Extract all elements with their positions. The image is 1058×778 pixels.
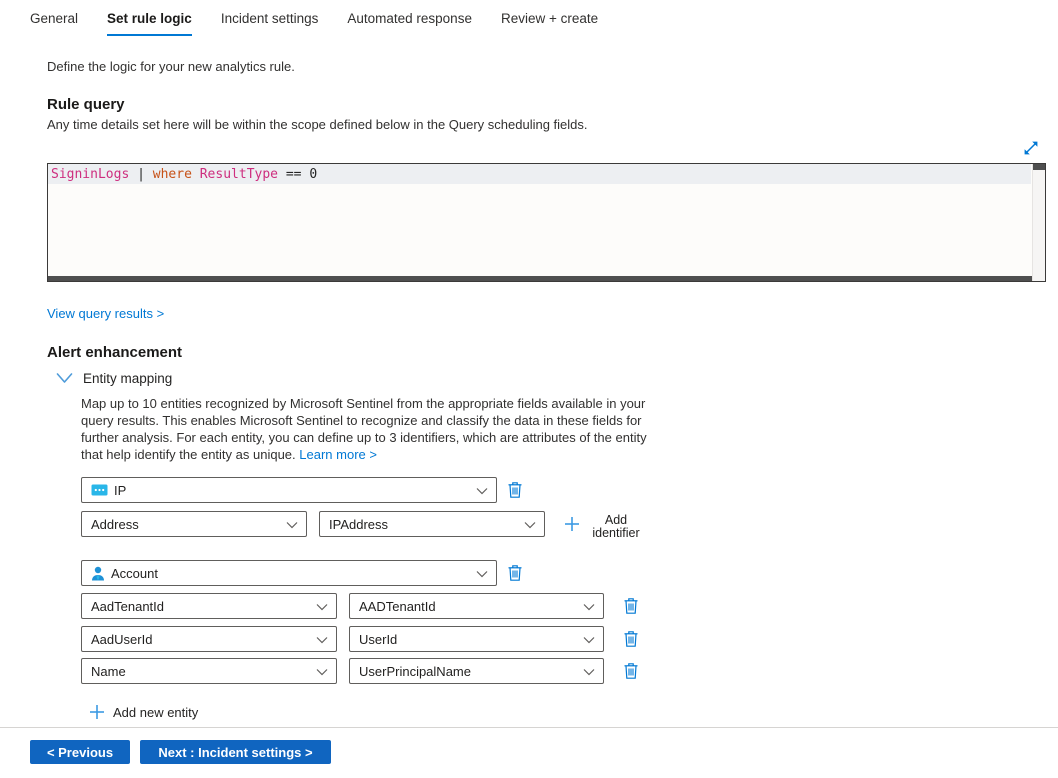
previous-button[interactable]: < Previous (30, 740, 130, 764)
entity-mapping-label: Entity mapping (83, 371, 172, 386)
alert-enhancement-title: Alert enhancement (47, 344, 182, 361)
code-token: 0 (309, 167, 317, 182)
trash-icon (507, 564, 523, 582)
chevron-down-icon (476, 487, 488, 495)
view-query-results-link[interactable]: View query results > (47, 306, 164, 321)
delete-entity-ip-button[interactable] (506, 481, 524, 500)
query-code-editor[interactable]: SigninLogs | where ResultType == 0 (47, 163, 1046, 282)
identifier-field-dropdown-account-3[interactable]: Name (81, 658, 337, 684)
code-token (192, 167, 200, 182)
identifier-value-value: IPAddress (329, 517, 388, 532)
chevron-down-icon (583, 668, 595, 676)
expand-editor-icon[interactable] (1022, 139, 1040, 157)
code-token: SigninLogs (51, 167, 129, 182)
identifier-value-dropdown-account-2[interactable]: UserId (349, 626, 604, 652)
delete-identifier-account-1-button[interactable] (622, 597, 640, 616)
identifier-value-dropdown-ip-1[interactable]: IPAddress (319, 511, 545, 537)
tab-set-rule-logic[interactable]: Set rule logic (107, 11, 192, 36)
identifier-field-value: Address (91, 517, 139, 532)
code-token: | (129, 167, 152, 182)
entity-mapping-description: Map up to 10 entities recognized by Micr… (81, 395, 653, 463)
code-token: ResultType (200, 167, 278, 182)
rule-query-subtitle: Any time details set here will be within… (47, 117, 588, 132)
code-line: SigninLogs | where ResultType == 0 (48, 164, 1031, 184)
chevron-down-icon (316, 636, 328, 644)
entity-mapping-header[interactable]: Entity mapping (56, 371, 172, 386)
code-token: == (278, 167, 309, 182)
plus-icon (89, 704, 105, 720)
delete-identifier-account-3-button[interactable] (622, 662, 640, 681)
identifier-value-value: UserId (359, 632, 397, 647)
next-incident-settings-button[interactable]: Next : Incident settings > (140, 740, 331, 764)
identifier-field-dropdown-account-1[interactable]: AadTenantId (81, 593, 337, 619)
identifier-value-dropdown-account-3[interactable]: UserPrincipalName (349, 658, 604, 684)
add-identifier-label[interactable]: Add identifier (589, 514, 643, 540)
set-rule-logic-page: General Set rule logic Incident settings… (0, 0, 1058, 778)
entity-type-value: IP (114, 483, 126, 498)
chevron-down-icon[interactable] (56, 372, 73, 385)
identifier-value-dropdown-account-1[interactable]: AADTenantId (349, 593, 604, 619)
diagonal-expand-arrows-icon (1022, 139, 1040, 157)
chevron-down-icon (583, 636, 595, 644)
plus-icon (564, 516, 580, 532)
identifier-value-value: AADTenantId (359, 599, 436, 614)
tab-review-create[interactable]: Review + create (501, 11, 598, 36)
identifier-field-dropdown-account-2[interactable]: AadUserId (81, 626, 337, 652)
identifier-field-value: AadTenantId (91, 599, 164, 614)
learn-more-link[interactable]: Learn more > (299, 447, 377, 462)
chevron-down-icon (316, 668, 328, 676)
tab-incident-settings[interactable]: Incident settings (221, 11, 319, 36)
ip-entity-icon (91, 484, 108, 496)
chevron-down-icon (286, 521, 298, 529)
trash-icon (623, 597, 639, 615)
entity-type-value: Account (111, 566, 158, 581)
trash-icon (623, 630, 639, 648)
identifier-field-dropdown-ip-1[interactable]: Address (81, 511, 307, 537)
vertical-scrollbar-thumb[interactable] (1033, 164, 1045, 170)
tab-automated-response[interactable]: Automated response (347, 11, 472, 36)
editor-horizontal-scrollbar[interactable] (48, 276, 1032, 281)
entity-type-dropdown-ip[interactable]: IP (81, 477, 497, 503)
tab-general[interactable]: General (30, 11, 78, 36)
rule-query-title: Rule query (47, 96, 125, 113)
code-token: where (153, 167, 192, 182)
add-new-entity-button[interactable] (89, 704, 105, 720)
editor-vertical-scrollbar[interactable] (1032, 164, 1045, 281)
delete-entity-account-button[interactable] (506, 564, 524, 583)
chevron-down-icon (583, 603, 595, 611)
entity-type-dropdown-account[interactable]: Account (81, 560, 497, 586)
footer-divider (0, 727, 1058, 728)
delete-identifier-account-2-button[interactable] (622, 630, 640, 649)
wizard-tab-strip: General Set rule logic Incident settings… (30, 11, 598, 36)
add-new-entity-label[interactable]: Add new entity (113, 705, 198, 720)
identifier-field-value: AadUserId (91, 632, 152, 647)
identifier-field-value: Name (91, 664, 126, 679)
chevron-down-icon (476, 570, 488, 578)
trash-icon (507, 481, 523, 499)
chevron-down-icon (524, 521, 536, 529)
intro-text: Define the logic for your new analytics … (47, 59, 295, 74)
account-entity-icon (91, 566, 105, 581)
trash-icon (623, 662, 639, 680)
view-query-results-label[interactable]: View query results > (47, 306, 164, 321)
identifier-value-value: UserPrincipalName (359, 664, 471, 679)
chevron-down-icon (316, 603, 328, 611)
add-identifier-button[interactable] (564, 516, 580, 532)
